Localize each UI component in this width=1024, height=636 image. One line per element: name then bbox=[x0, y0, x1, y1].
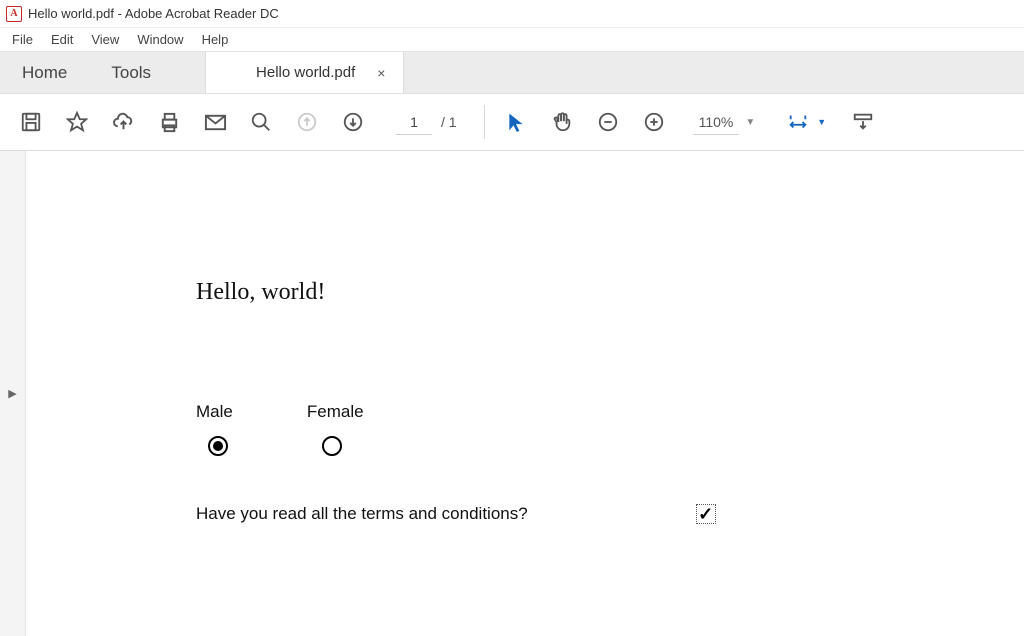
menu-window[interactable]: Window bbox=[129, 30, 191, 49]
navigation-pane-toggle[interactable]: ▶ bbox=[0, 151, 26, 636]
page-number-input[interactable] bbox=[396, 110, 432, 135]
toolbar-separator bbox=[484, 105, 485, 139]
toolbar: / 1 110% ▼ ▼ bbox=[0, 94, 1024, 151]
zoom-out-icon[interactable] bbox=[587, 101, 629, 143]
star-icon[interactable] bbox=[56, 101, 98, 143]
tab-tools[interactable]: Tools bbox=[89, 52, 173, 93]
zoom-in-icon[interactable] bbox=[633, 101, 675, 143]
tab-bar: Home Tools Hello world.pdf × bbox=[0, 52, 1024, 94]
zoom-dropdown-icon[interactable]: ▼ bbox=[745, 117, 755, 128]
terms-row: Have you read all the terms and conditio… bbox=[196, 504, 1024, 524]
radio-buttons-row bbox=[196, 436, 1024, 456]
radio-female[interactable] bbox=[322, 436, 342, 456]
tab-home[interactable]: Home bbox=[0, 52, 89, 93]
fit-width-icon[interactable] bbox=[777, 101, 819, 143]
pdf-heading: Hello, world! bbox=[196, 279, 1024, 306]
terms-label: Have you read all the terms and conditio… bbox=[196, 504, 528, 524]
find-icon[interactable] bbox=[240, 101, 282, 143]
page-down-icon[interactable] bbox=[332, 101, 374, 143]
hand-tool-icon[interactable] bbox=[541, 101, 583, 143]
document-area: ▶ Hello, world! Male Female Have you rea… bbox=[0, 151, 1024, 636]
page-up-icon[interactable] bbox=[286, 101, 328, 143]
fit-dropdown-icon[interactable]: ▼ bbox=[817, 117, 826, 127]
cloud-upload-icon[interactable] bbox=[102, 101, 144, 143]
chevron-right-icon: ▶ bbox=[8, 387, 16, 400]
radio-dot-icon bbox=[213, 441, 223, 451]
print-icon[interactable] bbox=[148, 101, 190, 143]
menu-file[interactable]: File bbox=[4, 30, 41, 49]
mail-icon[interactable] bbox=[194, 101, 236, 143]
tab-document-label: Hello world.pdf bbox=[256, 64, 355, 81]
page-total-label: / 1 bbox=[438, 114, 460, 130]
read-mode-icon[interactable] bbox=[842, 101, 884, 143]
tab-document[interactable]: Hello world.pdf × bbox=[205, 52, 404, 93]
menu-help[interactable]: Help bbox=[194, 30, 237, 49]
window-title: Hello world.pdf - Adobe Acrobat Reader D… bbox=[28, 6, 279, 21]
menu-view[interactable]: View bbox=[83, 30, 127, 49]
menu-bar: File Edit View Window Help bbox=[0, 28, 1024, 52]
zoom-level[interactable]: 110% bbox=[693, 110, 740, 135]
radio-male-label: Male bbox=[196, 402, 233, 422]
terms-checkbox[interactable]: ✓ bbox=[696, 504, 716, 524]
save-icon[interactable] bbox=[10, 101, 52, 143]
radio-labels-row: Male Female bbox=[196, 402, 1024, 422]
title-bar: A Hello world.pdf - Adobe Acrobat Reader… bbox=[0, 0, 1024, 28]
radio-male[interactable] bbox=[208, 436, 228, 456]
radio-female-label: Female bbox=[307, 402, 364, 422]
pdf-page[interactable]: Hello, world! Male Female Have you read … bbox=[26, 151, 1024, 636]
acrobat-app-icon: A bbox=[6, 6, 22, 22]
close-icon[interactable]: × bbox=[377, 65, 385, 81]
selection-tool-icon[interactable] bbox=[495, 101, 537, 143]
menu-edit[interactable]: Edit bbox=[43, 30, 81, 49]
